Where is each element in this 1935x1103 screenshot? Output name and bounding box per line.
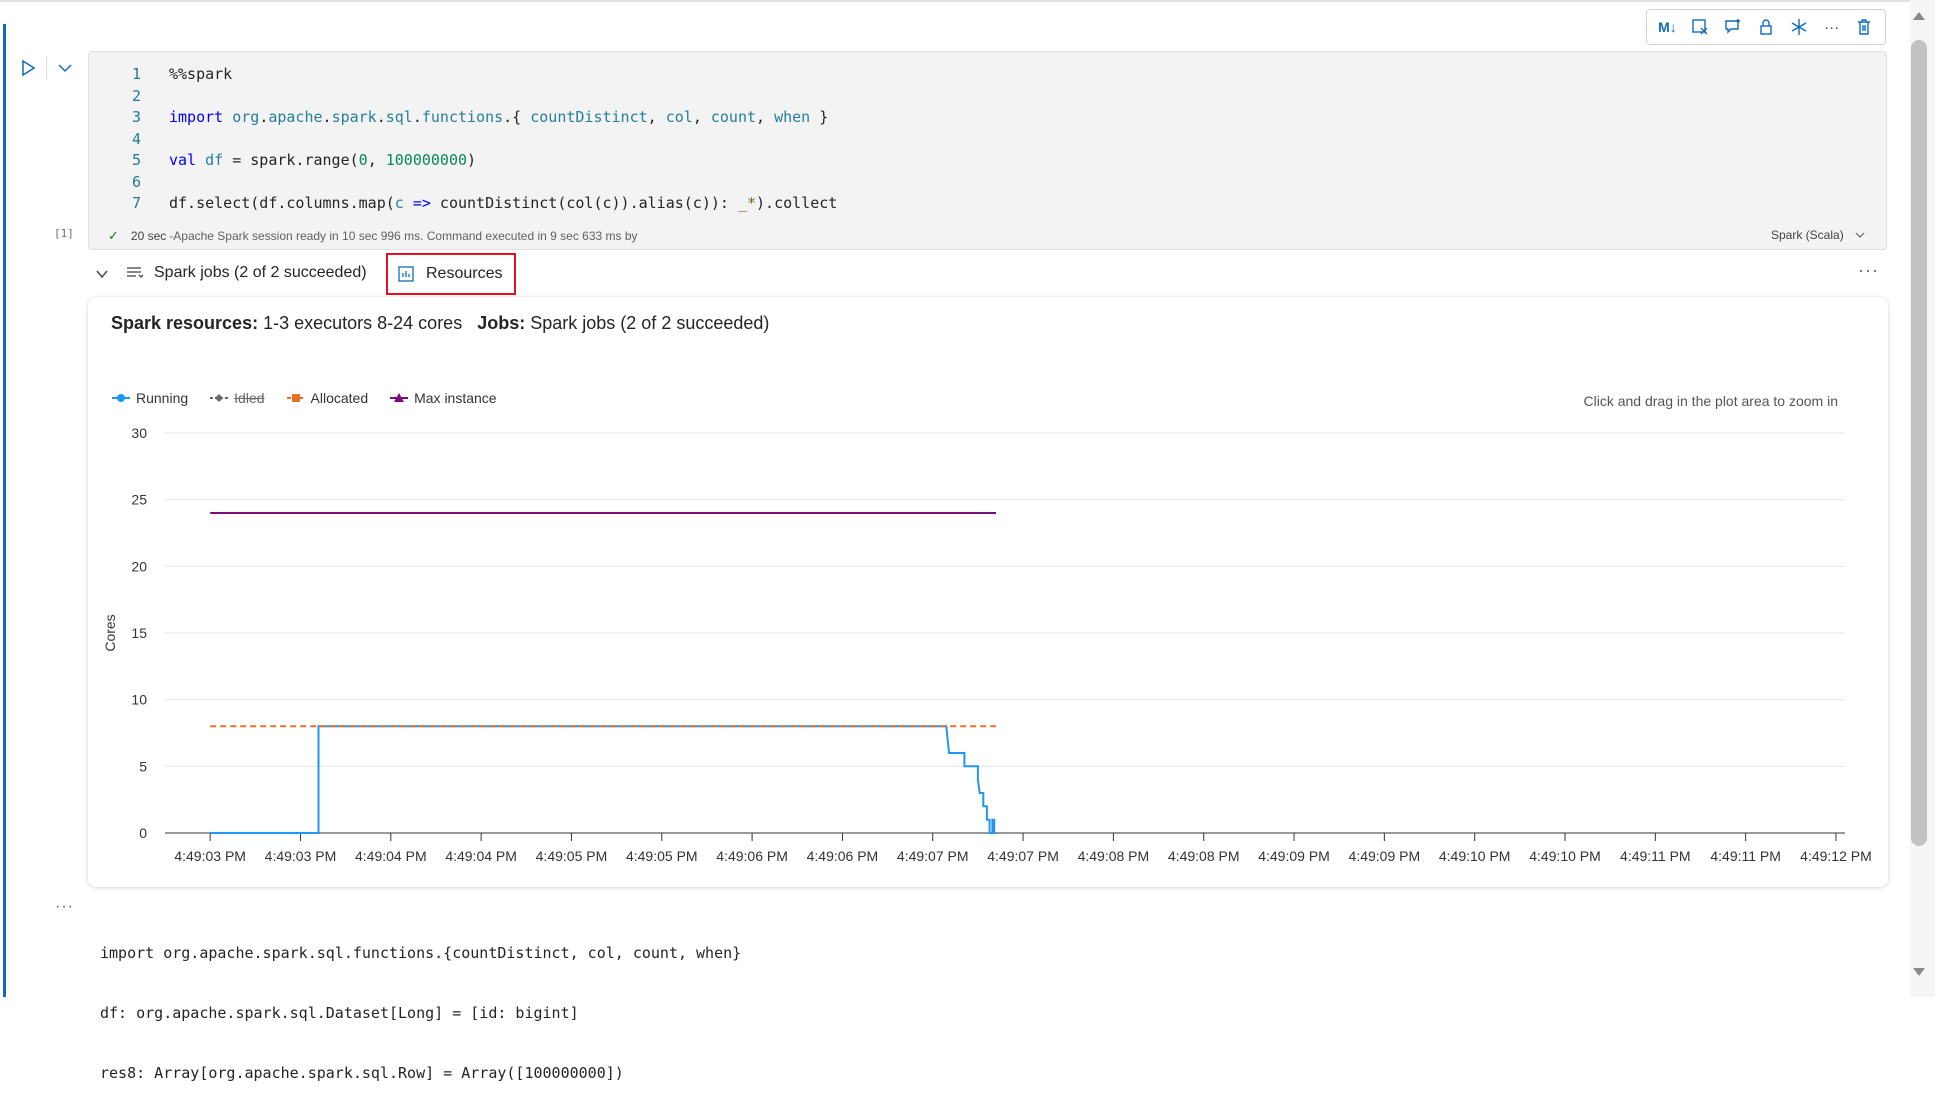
markdown-icon: M↓: [1658, 19, 1677, 35]
code-line: 7 df.select(df.columns.map(c => countDist…: [89, 193, 1886, 215]
active-cell-indicator: [3, 24, 6, 997]
status-text: -Apache Spark session ready in 10 sec 99…: [169, 229, 638, 243]
output-more-icon[interactable]: ···: [55, 898, 74, 916]
x-tick-label: 4:49:12 PM: [1800, 848, 1872, 864]
x-tick-label: 4:49:07 PM: [897, 848, 969, 864]
y-tick-label: 25: [131, 492, 147, 508]
cell-output: import org.apache.spark.sql.functions.{c…: [100, 903, 741, 1103]
top-border: [0, 0, 1935, 2]
chart-icon: [398, 266, 414, 282]
x-tick-label: 4:49:11 PM: [1710, 848, 1781, 864]
x-tick-label: 4:49:09 PM: [1258, 848, 1330, 864]
resources-chart[interactable]: 0 5 10 15 20 25 30 Cores 4:49:03 PM 4:49:03 PM 4:4…: [88, 297, 1888, 887]
status-duration: 20 sec: [130, 229, 167, 243]
tab-resources[interactable]: Resources: [386, 253, 516, 295]
clear-output-button[interactable]: [1686, 13, 1714, 41]
chevron-down-icon[interactable]: [94, 266, 110, 282]
freeze-icon: [1791, 19, 1807, 35]
chevron-down-icon: [1855, 232, 1865, 238]
code-line: 4: [89, 129, 1886, 151]
code-line: 1 %%spark: [89, 64, 1886, 86]
execution-count: [1]: [54, 227, 74, 240]
divider: [46, 56, 47, 80]
y-tick-label: 10: [131, 692, 147, 708]
chevron-down-icon[interactable]: [55, 58, 75, 78]
scroll-up-icon[interactable]: [1913, 12, 1925, 20]
x-tick-label: 4:49:05 PM: [626, 848, 698, 864]
more-icon: ···: [1824, 18, 1840, 36]
lock-button[interactable]: [1752, 13, 1780, 41]
line-number: 7: [131, 194, 141, 212]
y-tick-label: 15: [131, 625, 147, 641]
line-number: 4: [131, 129, 141, 148]
scrollbar-thumb[interactable]: [1911, 40, 1927, 846]
more-icon[interactable]: ···: [1858, 260, 1879, 281]
tab-spark-jobs-label: Spark jobs (2 of 2 succeeded): [154, 264, 367, 281]
output-tabs: Spark jobs (2 of 2 succeeded) Resources …: [88, 253, 1888, 295]
line-number: 2: [131, 86, 141, 105]
x-tick-label: 4:49:09 PM: [1349, 848, 1421, 864]
output-line: import org.apache.spark.sql.functions.{c…: [100, 944, 742, 962]
x-tick-label: 4:49:03 PM: [174, 848, 246, 864]
x-tick-label: 4:49:10 PM: [1439, 848, 1511, 864]
line-number: 5: [131, 151, 141, 169]
x-tick-label: 4:49:06 PM: [716, 848, 788, 864]
cell-toolbar: M↓ ···: [1646, 9, 1886, 45]
x-tick-label: 4:49:04 PM: [445, 848, 517, 864]
lock-icon: [1760, 19, 1772, 35]
code-line: 2: [89, 86, 1886, 108]
tab-spark-jobs[interactable]: Spark jobs (2 of 2 succeeded): [126, 264, 367, 282]
y-tick-label: 5: [139, 758, 147, 774]
output-line: res8: Array[org.apache.spark.sql.Row] = …: [100, 1064, 624, 1082]
x-tick-label: 4:49:06 PM: [807, 848, 879, 864]
y-axis-label: Cores: [102, 614, 118, 651]
x-tick-label: 4:49:04 PM: [355, 848, 427, 864]
output-line: df: org.apache.spark.sql.Dataset[Long] =…: [100, 1004, 579, 1022]
line-number: 1: [131, 65, 141, 83]
x-tick-label: 4:49:08 PM: [1168, 848, 1240, 864]
delete-icon: [1858, 19, 1871, 35]
x-tick-label: 4:49:08 PM: [1078, 848, 1150, 864]
resources-panel: Spark resources: 1-3 executors 8-24 core…: [88, 297, 1888, 887]
series-line-running: [210, 725, 996, 834]
line-number: 6: [131, 172, 141, 191]
freeze-button[interactable]: [1785, 13, 1813, 41]
line-number: 3: [131, 108, 141, 126]
x-tick-label: 4:49:05 PM: [536, 848, 608, 864]
check-icon: ✓: [108, 228, 119, 243]
more-options-button[interactable]: ···: [1818, 13, 1846, 41]
y-tick-label: 20: [131, 558, 147, 574]
delete-cell-button[interactable]: [1850, 13, 1878, 41]
x-tick-label: 4:49:11 PM: [1620, 848, 1691, 864]
comment-icon: [1725, 19, 1741, 34]
code-line: 5 val df = spark.range(0, 100000000): [89, 150, 1886, 172]
x-tick-label: 4:49:07 PM: [987, 848, 1059, 864]
tab-resources-label: Resources: [426, 265, 503, 282]
language-selector[interactable]: Spark (Scala): [1771, 228, 1866, 242]
x-tick-label: 4:49:03 PM: [265, 848, 337, 864]
code-line: 3 import org.apache.spark.sql.functions.{…: [89, 107, 1886, 129]
y-tick-label: 0: [139, 825, 147, 841]
code-editor[interactable]: 1 %%spark 2 3 import org.apache.spark.sql.…: [88, 51, 1887, 250]
markdown-button[interactable]: M↓: [1653, 13, 1681, 41]
clear-output-icon: [1692, 19, 1708, 35]
comment-button[interactable]: [1719, 13, 1747, 41]
y-tick-label: 30: [131, 425, 147, 441]
scroll-down-icon[interactable]: [1913, 968, 1925, 976]
x-tick-label: 4:49:10 PM: [1529, 848, 1601, 864]
run-cell-icon[interactable]: [18, 58, 38, 78]
code-line: 6: [89, 172, 1886, 194]
execution-status: ✓ 20 sec -Apache Spark session ready in …: [108, 228, 638, 243]
language-label: Spark (Scala): [1771, 228, 1844, 242]
list-icon: [127, 267, 144, 278]
